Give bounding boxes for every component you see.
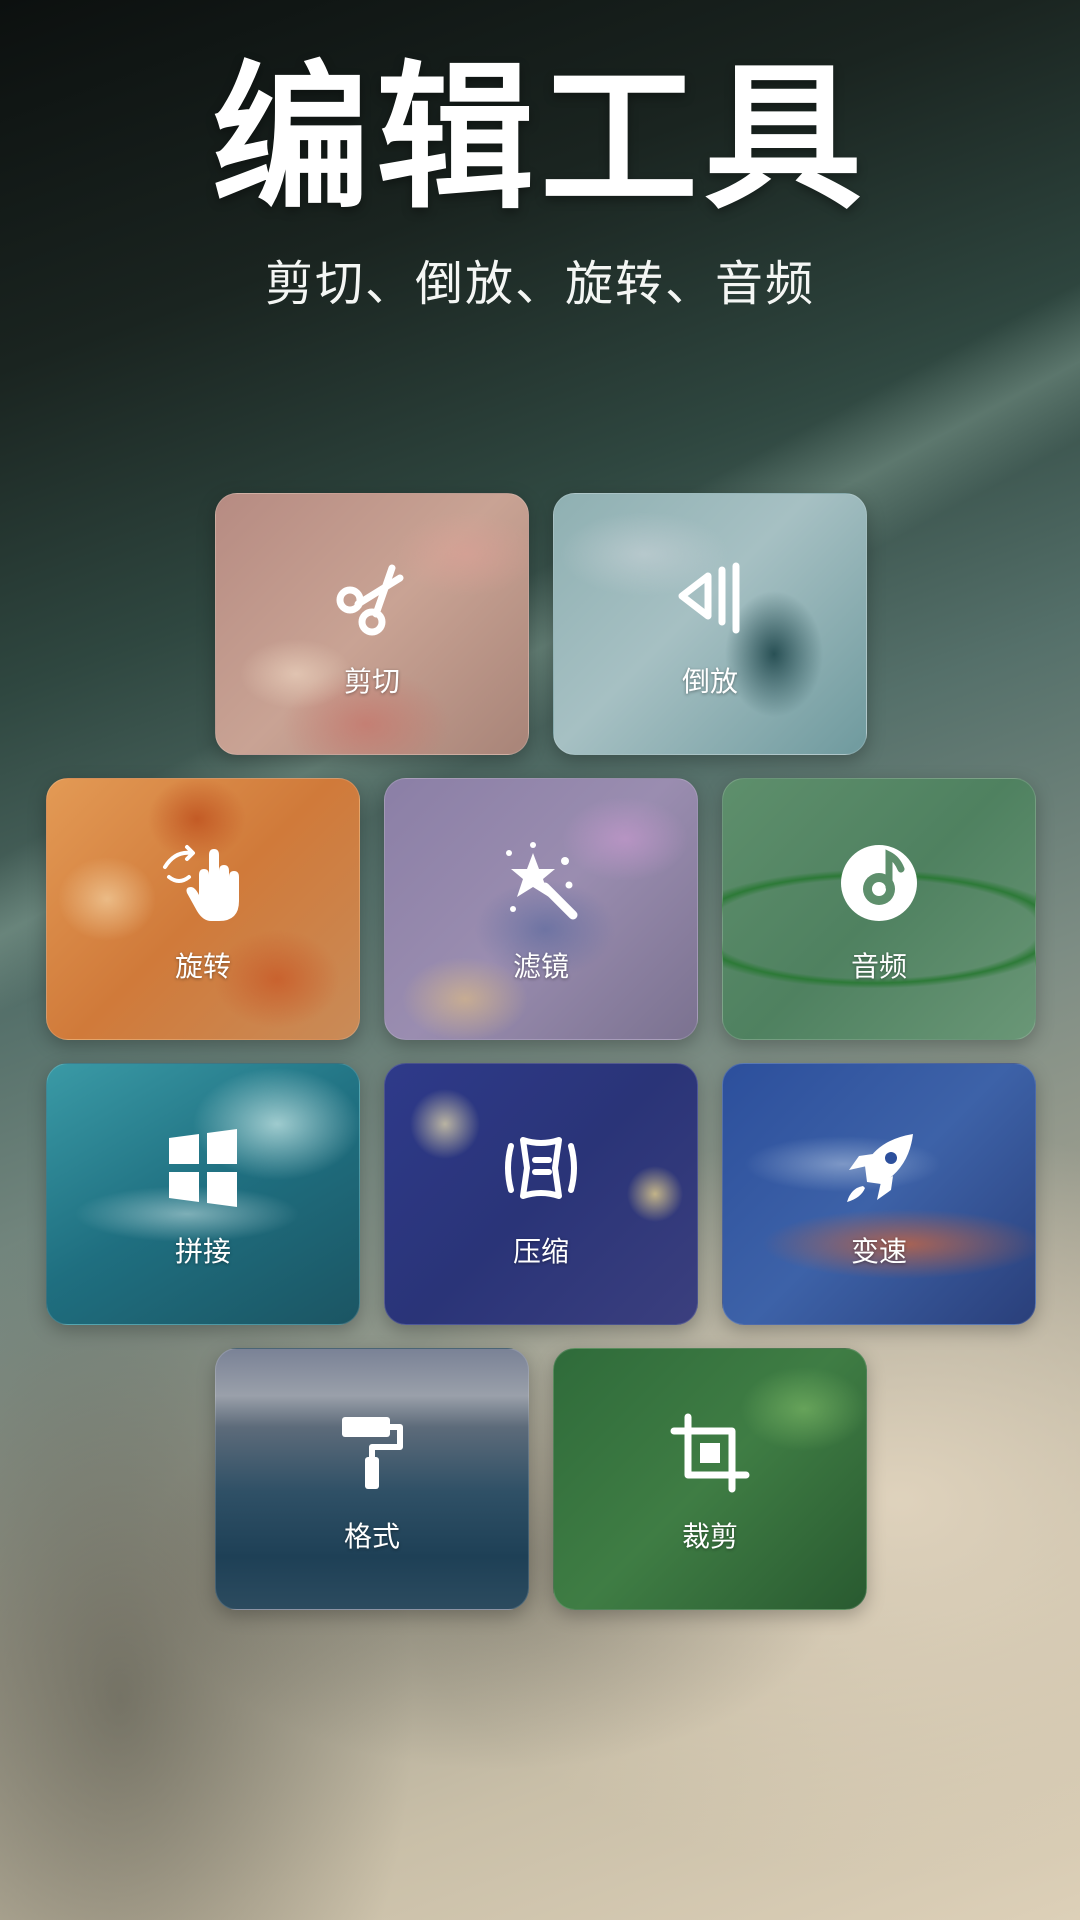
page-subtitle: 剪切、倒放、旋转、音频 — [264, 256, 815, 312]
page-title: 编辑工具 — [212, 47, 868, 231]
tool-label: 音频 — [850, 950, 907, 983]
tool-tile-reverse[interactable]: 倒放 — [553, 493, 867, 755]
paint-roller-icon — [216, 1411, 528, 1495]
crop-icon — [554, 1411, 866, 1495]
rocket-icon — [723, 1126, 1035, 1210]
tool-tile-filter[interactable]: 滤镜 — [384, 778, 698, 1040]
tool-tile-compress[interactable]: 压缩 — [384, 1063, 698, 1325]
tool-label: 旋转 — [174, 950, 231, 983]
tool-label: 压缩 — [512, 1235, 569, 1268]
reverse-icon — [554, 556, 866, 640]
music-note-icon — [723, 841, 1035, 925]
tool-tile-speed[interactable]: 变速 — [722, 1063, 1036, 1325]
compress-icon — [385, 1126, 697, 1210]
tool-tile-rotate[interactable]: 旋转 — [46, 778, 360, 1040]
tool-tile-format[interactable]: 格式 — [215, 1348, 529, 1610]
header: 编辑工具 剪切、倒放、旋转、音频 — [0, 60, 1080, 314]
tool-tile-crop[interactable]: 裁剪 — [553, 1348, 867, 1610]
scissors-icon — [216, 556, 528, 640]
rotate-hand-icon — [47, 841, 359, 925]
tool-label: 拼接 — [174, 1235, 231, 1268]
tool-label: 滤镜 — [512, 950, 569, 983]
tool-label: 格式 — [343, 1520, 400, 1553]
tool-label: 剪切 — [343, 665, 400, 698]
tool-label: 变速 — [850, 1235, 907, 1268]
grid-icon — [47, 1126, 359, 1210]
tool-tile-cut[interactable]: 剪切 — [215, 493, 529, 755]
tool-label: 裁剪 — [681, 1520, 738, 1553]
tool-label: 倒放 — [681, 665, 738, 698]
tool-tile-join[interactable]: 拼接 — [46, 1063, 360, 1325]
tool-tile-audio[interactable]: 音频 — [722, 778, 1036, 1040]
magic-wand-icon — [385, 841, 697, 925]
